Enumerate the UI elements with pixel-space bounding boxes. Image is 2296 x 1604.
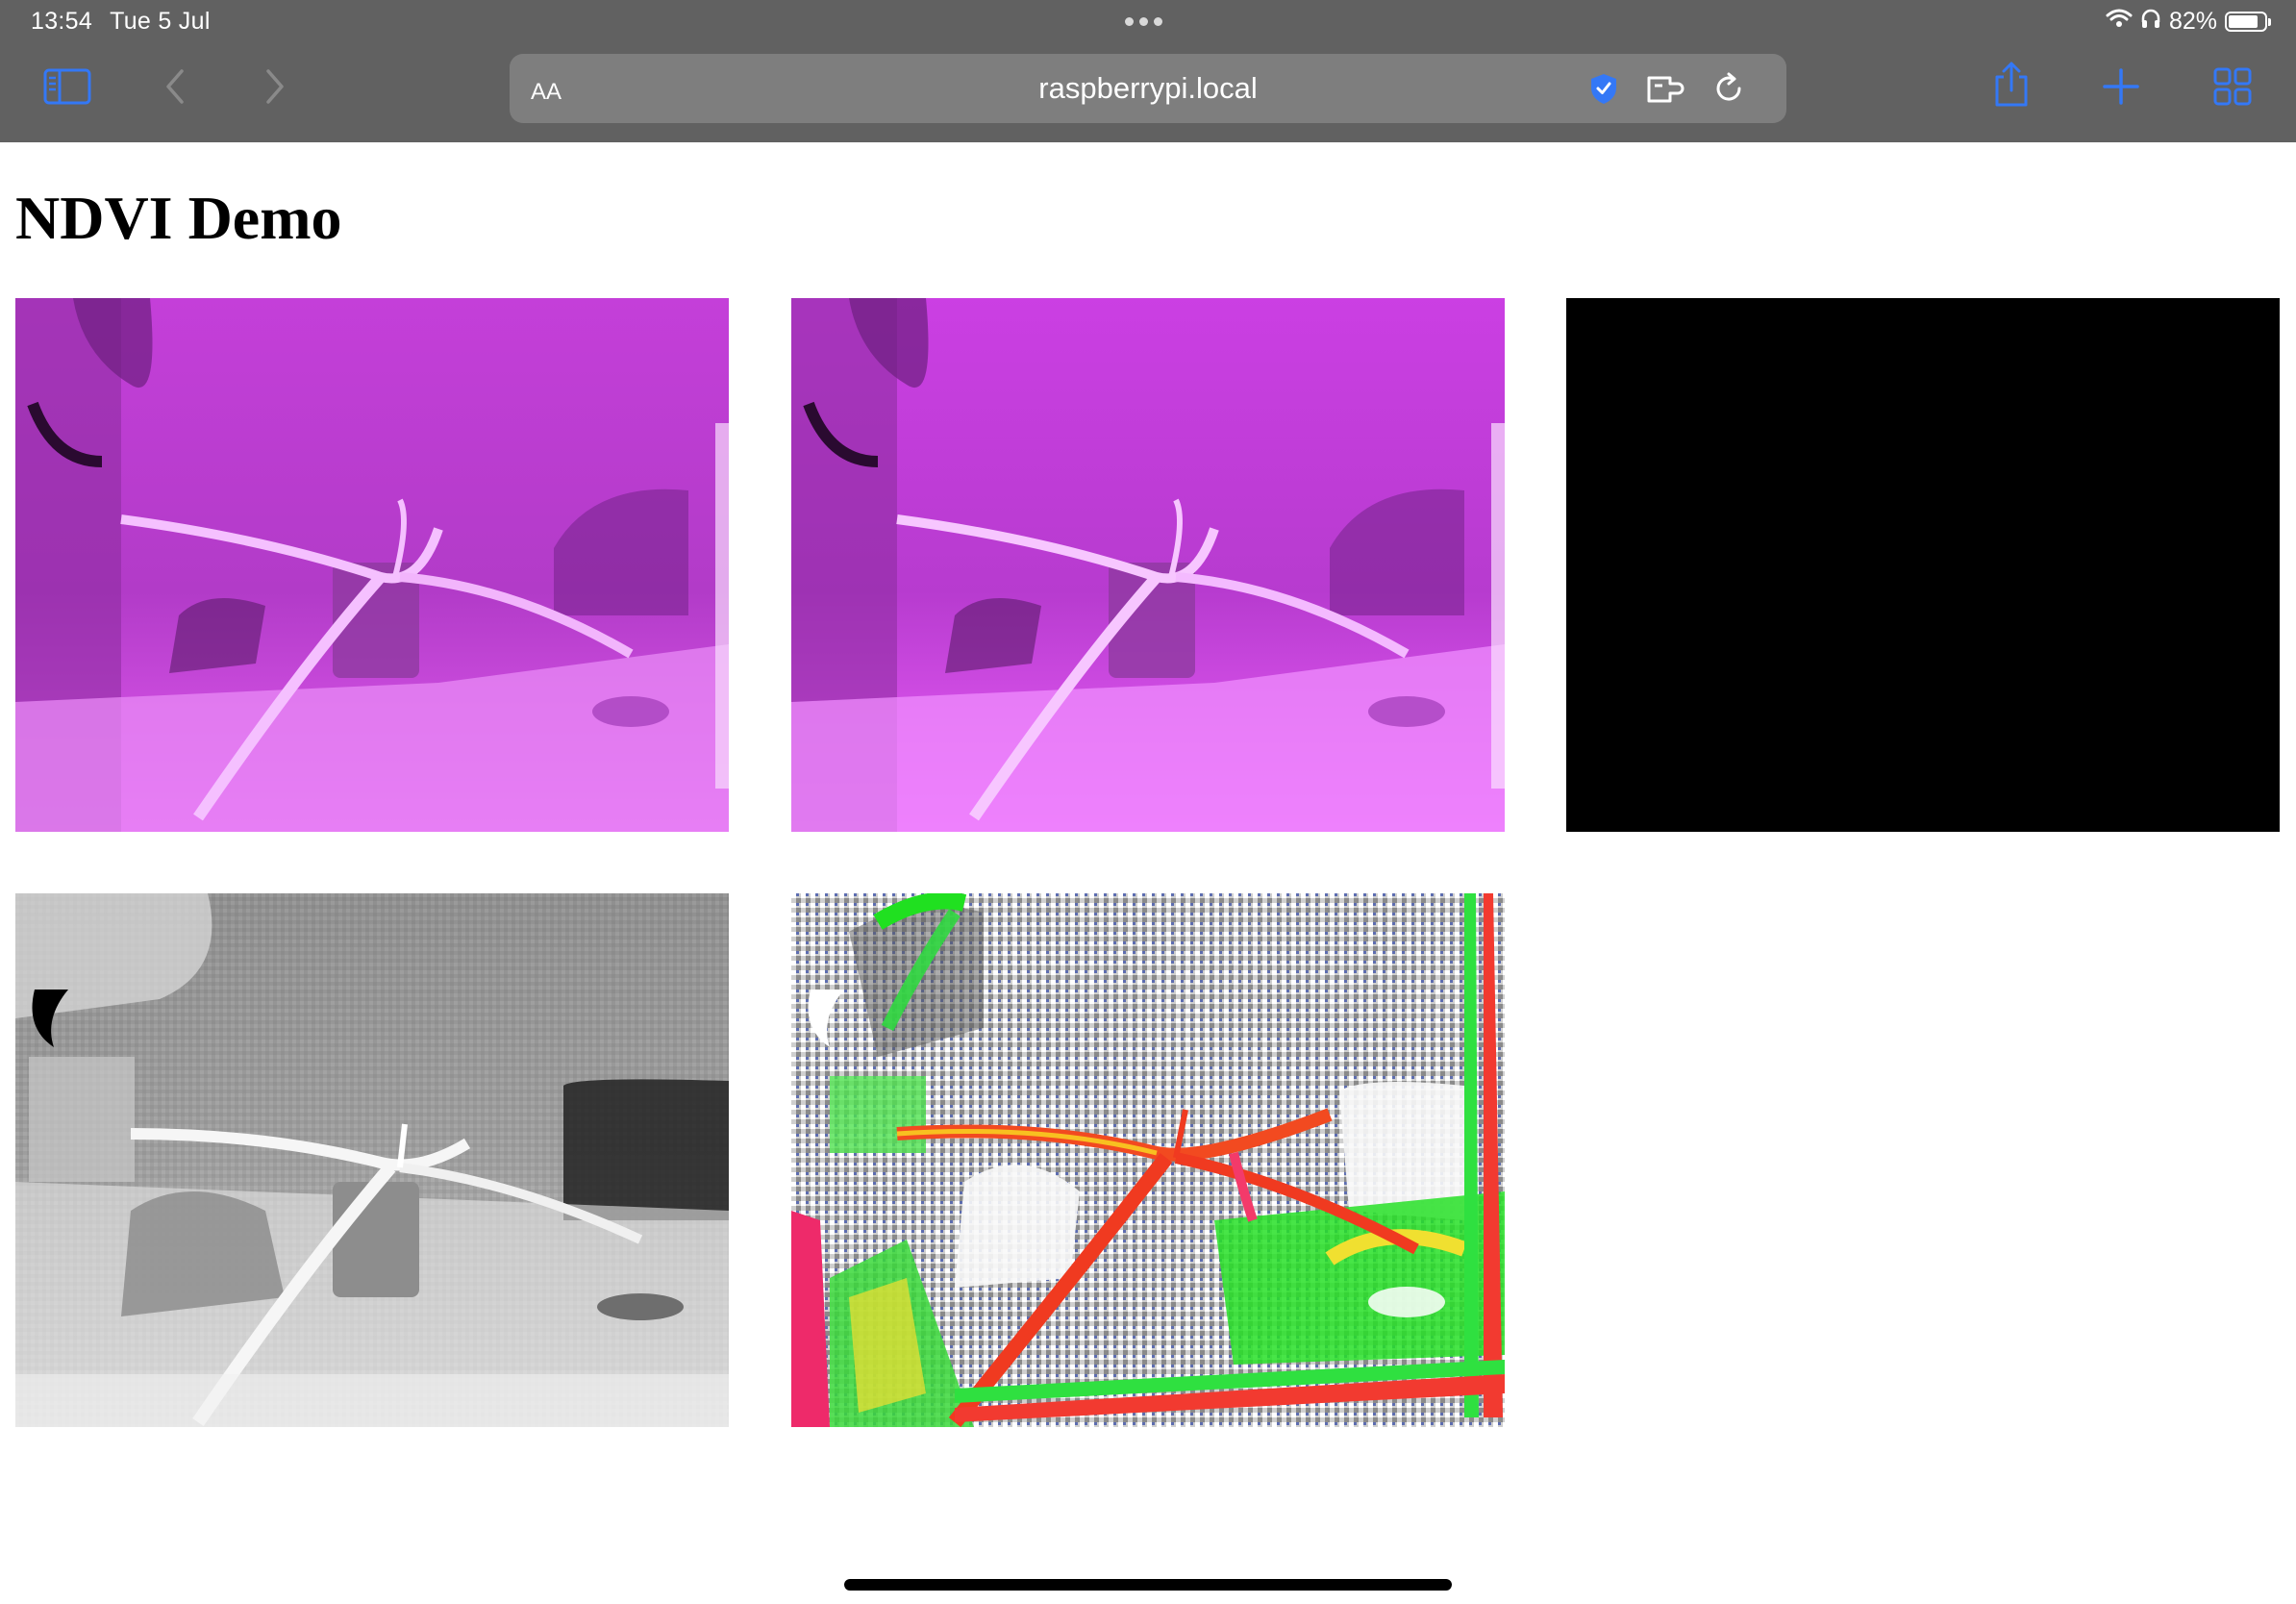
- browser-toolbar: 13:54 Tue 5 Jul 82% AA raspberrypi.local: [0, 0, 2296, 142]
- page-title: NDVI Demo: [15, 184, 342, 252]
- new-tab-button[interactable]: [2092, 60, 2150, 117]
- address-bar[interactable]: AA raspberrypi.local: [510, 54, 1786, 123]
- wifi-icon: [2106, 8, 2133, 36]
- ndvi-colormap-image: [791, 893, 1505, 1427]
- tab-overview-button[interactable]: [2204, 60, 2261, 117]
- tab-overview-icon: [2212, 66, 2253, 112]
- back-button[interactable]: [146, 60, 204, 117]
- multitasking-dots-icon[interactable]: [1125, 17, 1162, 26]
- status-time: 13:54: [31, 8, 93, 35]
- status-bar-clock: 13:54 Tue 5 Jul: [31, 8, 211, 36]
- sidebar-button[interactable]: [38, 60, 96, 117]
- sidebar-icon: [43, 68, 91, 110]
- forward-icon: [264, 68, 286, 110]
- camera-image-original: [15, 298, 729, 832]
- privacy-shield-icon[interactable]: [1581, 65, 1627, 112]
- extensions-icon[interactable]: [1642, 65, 1688, 112]
- ndvi-grayscale-image: [15, 893, 729, 1427]
- home-indicator[interactable]: [844, 1579, 1452, 1591]
- share-icon: [1992, 62, 2031, 113]
- battery-icon: [2225, 12, 2271, 32]
- forward-button[interactable]: [246, 60, 304, 117]
- status-bar-right: 82%: [2106, 8, 2271, 36]
- share-button[interactable]: [1983, 58, 2040, 115]
- new-tab-icon: [2102, 67, 2140, 111]
- black-image: [1566, 298, 2280, 832]
- battery-percentage: 82%: [2168, 8, 2217, 35]
- headphones-icon: [2140, 8, 2161, 36]
- camera-image-contrast: [791, 298, 1505, 832]
- back-icon: [164, 68, 186, 110]
- status-date: Tue 5 Jul: [110, 8, 211, 35]
- reload-icon[interactable]: [1706, 65, 1752, 112]
